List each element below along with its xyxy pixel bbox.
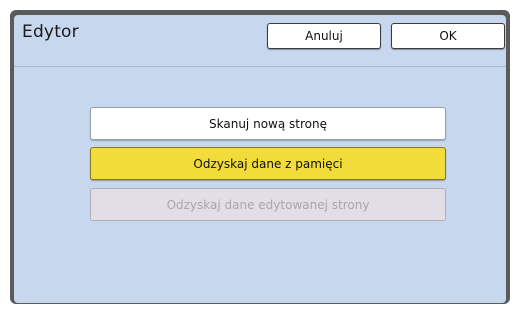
recover-edited-page-button: Odzyskaj dane edytowanej strony: [90, 188, 446, 221]
editor-dialog: Edytor Anuluj OK Skanuj nową stronę Odzy…: [14, 15, 506, 303]
editor-dialog-frame: Edytor Anuluj OK Skanuj nową stronę Odzy…: [10, 10, 510, 304]
ok-button[interactable]: OK: [391, 23, 505, 49]
dialog-header: Edytor Anuluj OK: [14, 15, 506, 61]
scan-new-page-button[interactable]: Skanuj nową stronę: [90, 107, 446, 140]
cancel-button[interactable]: Anuluj: [267, 23, 381, 49]
dialog-title: Edytor: [22, 22, 79, 42]
recover-from-memory-button[interactable]: Odzyskaj dane z pamięci: [90, 147, 446, 180]
header-divider: [14, 66, 506, 67]
